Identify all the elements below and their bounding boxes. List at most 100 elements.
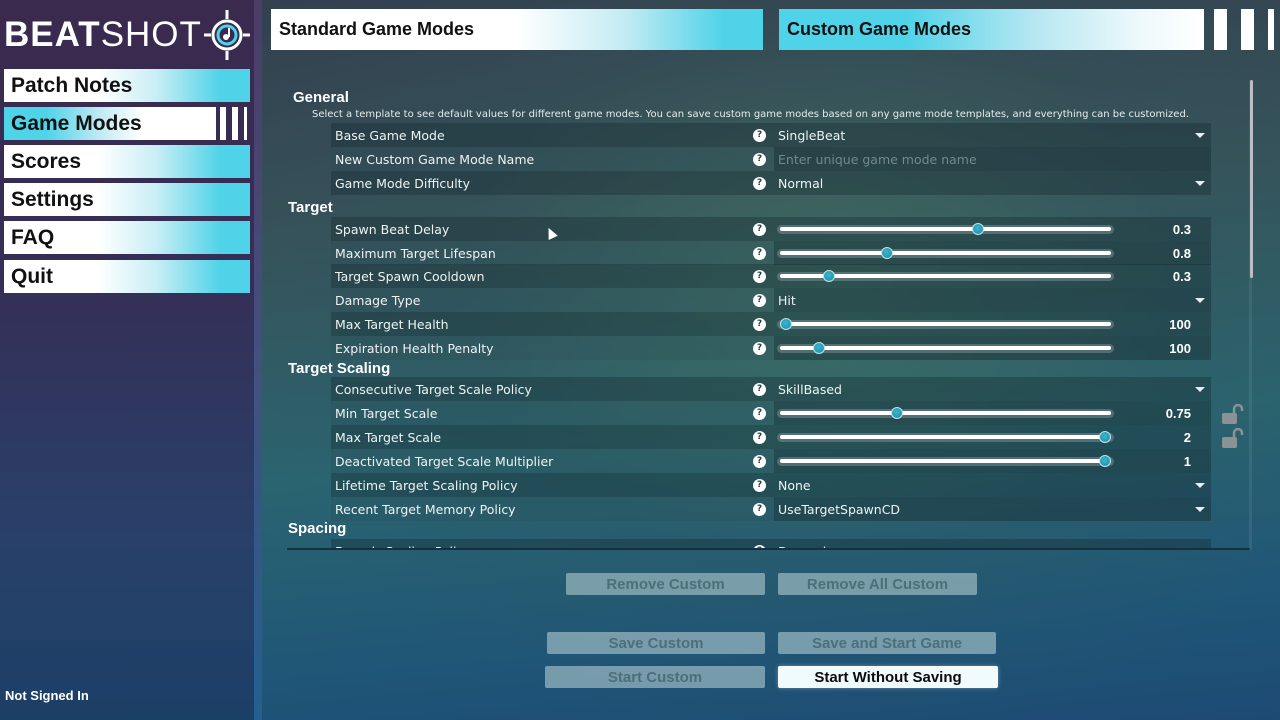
help-icon[interactable]: ? <box>753 222 766 236</box>
slider-value[interactable]: 0.75 <box>1131 406 1191 421</box>
slider-thumb[interactable] <box>822 270 835 282</box>
setting-row-target-spawn-cooldown: Target Spawn Cooldown ? 0.3 <box>331 264 1211 288</box>
help-icon[interactable]: ? <box>753 341 766 355</box>
slider-track[interactable] <box>777 224 1114 234</box>
help-icon[interactable]: ? <box>753 502 766 516</box>
difficulty-dropdown[interactable]: Normal <box>774 171 1211 195</box>
help-icon[interactable]: ? <box>753 293 766 307</box>
crosshair-music-note-icon <box>203 10 250 60</box>
section-title-target: Target <box>288 199 333 216</box>
setting-row-custom-name: New Custom Game Mode Name ? <box>331 147 1211 171</box>
setting-label: Deactivated Target Scale Multiplier <box>335 453 554 469</box>
sidebar-item-quit[interactable]: Quit <box>4 260 250 293</box>
custom-game-mode-name-input[interactable] <box>774 147 1211 171</box>
help-icon[interactable]: ? <box>753 478 766 492</box>
remove-all-custom-button[interactable]: Remove All Custom <box>778 573 977 595</box>
beatshot-logo: BEAT SHOT <box>4 8 250 62</box>
sidebar-divider <box>254 0 262 720</box>
section-title-spacing: Spacing <box>288 520 347 537</box>
bounds-scaling-policy-dropdown[interactable]: Dynamic <box>774 539 1211 549</box>
save-and-start-game-button[interactable]: Save and Start Game <box>778 632 996 654</box>
slider-value[interactable]: 2 <box>1131 430 1191 445</box>
setting-row-max-target-lifespan: Maximum Target Lifespan ? 0.8 <box>331 241 1211 265</box>
help-icon[interactable]: ? <box>753 269 766 283</box>
dropdown-value: SingleBeat <box>778 127 846 143</box>
help-icon[interactable]: ? <box>753 246 766 260</box>
setting-row-max-target-health: Max Target Health ? 100 <box>331 312 1211 336</box>
slider-track[interactable] <box>777 319 1114 329</box>
slider-value[interactable]: 0.3 <box>1131 222 1191 237</box>
slider-track[interactable] <box>777 456 1114 466</box>
slider-cell: 1 <box>774 449 1211 473</box>
remove-custom-button[interactable]: Remove Custom <box>566 573 765 595</box>
setting-row-difficulty: Game Mode Difficulty ? Normal <box>331 171 1211 195</box>
setting-label: Recent Target Memory Policy <box>335 501 516 517</box>
section-description-general: Select a template to see default values … <box>312 109 1189 120</box>
sidebar-item-game-modes[interactable]: Game Modes <box>4 107 216 140</box>
slider-thumb[interactable] <box>890 407 903 419</box>
slider-track[interactable] <box>777 343 1114 353</box>
slider-thumb[interactable] <box>1098 431 1111 443</box>
setting-row-lifetime-scaling-policy: Lifetime Target Scaling Policy ? None <box>331 473 1211 497</box>
slider-value[interactable]: 1 <box>1131 454 1191 469</box>
slider-cell: 0.3 <box>774 264 1211 288</box>
base-game-mode-dropdown[interactable]: SingleBeat <box>774 123 1211 147</box>
scrollbar-thumb[interactable] <box>1250 80 1253 278</box>
slider-track[interactable] <box>777 432 1114 442</box>
slider-value[interactable]: 0.8 <box>1131 246 1191 261</box>
sidebar-item-label: FAQ <box>11 225 55 249</box>
setting-row-consecutive-scale-policy: Consecutive Target Scale Policy ? SkillB… <box>331 377 1211 401</box>
slider-value[interactable]: 100 <box>1131 317 1191 332</box>
setting-row-max-target-scale: Max Target Scale ? 2 <box>331 425 1211 449</box>
custom-game-mode-settings-panel[interactable]: General Select a template to see default… <box>285 82 1245 548</box>
setting-row-damage-type: Damage Type ? Hit <box>331 288 1211 312</box>
help-icon[interactable]: ? <box>753 406 766 420</box>
unlocked-padlock-icon[interactable] <box>1222 404 1244 424</box>
start-without-saving-button[interactable]: Start Without Saving <box>778 666 998 688</box>
slider-thumb[interactable] <box>780 318 793 330</box>
consecutive-scale-policy-dropdown[interactable]: SkillBased <box>774 377 1211 401</box>
setting-label: Max Target Scale <box>335 429 442 445</box>
setting-label: Max Target Health <box>335 316 449 332</box>
help-icon[interactable]: ? <box>753 382 766 396</box>
chevron-down-icon <box>1195 506 1205 512</box>
tab-standard-game-modes[interactable]: Standard Game Modes <box>271 9 763 50</box>
sign-in-status[interactable]: Not Signed In <box>5 688 89 703</box>
slider-thumb[interactable] <box>1098 455 1111 467</box>
help-icon[interactable]: ? <box>753 128 766 142</box>
slider-value[interactable]: 100 <box>1131 341 1191 356</box>
sidebar-item-faq[interactable]: FAQ <box>4 221 250 254</box>
help-icon[interactable]: ? <box>753 430 766 444</box>
lifetime-scaling-policy-dropdown[interactable]: None <box>774 473 1211 497</box>
sidebar-item-settings[interactable]: Settings <box>4 183 250 216</box>
tab-custom-game-modes[interactable]: Custom Game Modes <box>779 9 1204 50</box>
setting-row-spawn-beat-delay: Spawn Beat Delay ? 0.3 <box>331 217 1211 241</box>
help-icon[interactable]: ? <box>753 317 766 331</box>
help-icon[interactable]: ? <box>753 176 766 190</box>
damage-type-dropdown[interactable]: Hit <box>774 288 1211 312</box>
slider-track[interactable] <box>777 248 1114 258</box>
sidebar-item-label: Scores <box>11 149 82 173</box>
unlocked-padlock-icon[interactable] <box>1222 428 1244 448</box>
slider-thumb[interactable] <box>881 247 893 259</box>
setting-label: Target Spawn Cooldown <box>335 268 485 284</box>
dropdown-value: SkillBased <box>778 381 842 397</box>
start-custom-button[interactable]: Start Custom <box>545 666 765 688</box>
slider-value[interactable]: 0.3 <box>1131 269 1191 284</box>
slider-cell: 2 <box>774 425 1211 449</box>
slider-thumb[interactable] <box>812 342 825 354</box>
setting-label: Maximum Target Lifespan <box>335 245 496 261</box>
help-icon[interactable]: ? <box>753 454 766 468</box>
slider-thumb[interactable] <box>972 223 984 235</box>
help-icon[interactable]: ? <box>753 152 766 166</box>
tab-label: Standard Game Modes <box>279 19 475 39</box>
sidebar-item-patch-notes[interactable]: Patch Notes <box>4 69 250 102</box>
slider-track[interactable] <box>777 408 1114 418</box>
sidebar-item-scores[interactable]: Scores <box>4 145 250 178</box>
chevron-down-icon <box>1195 297 1205 303</box>
save-custom-button[interactable]: Save Custom <box>547 632 765 654</box>
section-title-general: General <box>293 89 349 106</box>
dropdown-value: UseTargetSpawnCD <box>778 501 901 517</box>
active-tab-indicator-bars <box>1214 9 1274 50</box>
recent-memory-policy-dropdown[interactable]: UseTargetSpawnCD <box>774 497 1211 521</box>
